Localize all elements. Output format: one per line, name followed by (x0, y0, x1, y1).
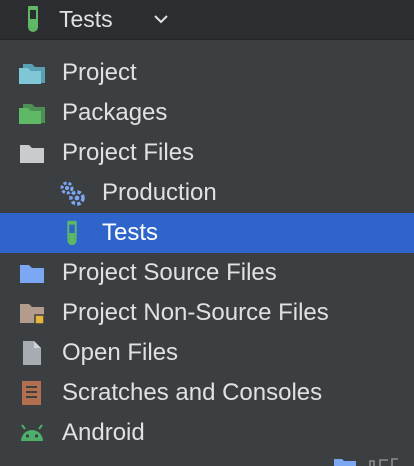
view-selector-header[interactable]: Tests (0, 0, 414, 40)
tree-item-packages[interactable]: Packages (0, 93, 414, 133)
tree-item-label: Packages (62, 99, 168, 126)
tree-item-label: Tests (102, 219, 159, 246)
android-icon (21, 424, 43, 441)
tree-item-label: Production (102, 179, 217, 206)
project-view-list: Project Packages Project Files Productio… (0, 53, 414, 453)
folder-brown-icon (20, 304, 45, 325)
view-title: Tests (59, 6, 113, 32)
folder-green-icon (19, 104, 45, 124)
tree-item-open-files[interactable]: Open Files (0, 333, 414, 373)
tree-item-label: Project Source Files (62, 259, 277, 286)
gears-icon (60, 181, 85, 206)
tree-item-label: Project (62, 59, 137, 86)
folder-blue-icon (20, 265, 44, 283)
tree-item-label: Project Files (62, 139, 195, 166)
folder-teal-icon (19, 64, 45, 84)
underlying-tree-fragment (334, 458, 398, 466)
file-icon (23, 341, 41, 365)
tree-item-label: Android (62, 419, 145, 446)
test-flask-icon (67, 220, 77, 246)
chevron-down-icon[interactable] (152, 12, 170, 26)
tree-item-project-source-files[interactable]: Project Source Files (0, 253, 414, 293)
tree-item-project[interactable]: Project (0, 53, 414, 93)
tree-item-label: Open Files (62, 339, 179, 366)
tree-item-android[interactable]: Android (0, 413, 414, 453)
tree-item-label: Project Non-Source Files (62, 299, 329, 326)
tree-item-project-files[interactable]: Project Files (0, 133, 414, 173)
tree-item-production[interactable]: Production (0, 173, 414, 213)
folder-gray-icon (20, 145, 44, 163)
tree-item-scratches-and-consoles[interactable]: Scratches and Consoles (0, 373, 414, 413)
tree-item-label: Scratches and Consoles (62, 379, 323, 406)
tree-item-project-non-source-files[interactable]: Project Non-Source Files (0, 293, 414, 333)
scratches-icon (22, 381, 41, 405)
test-flask-icon (28, 6, 38, 32)
tree-item-tests[interactable]: Tests (0, 213, 414, 253)
